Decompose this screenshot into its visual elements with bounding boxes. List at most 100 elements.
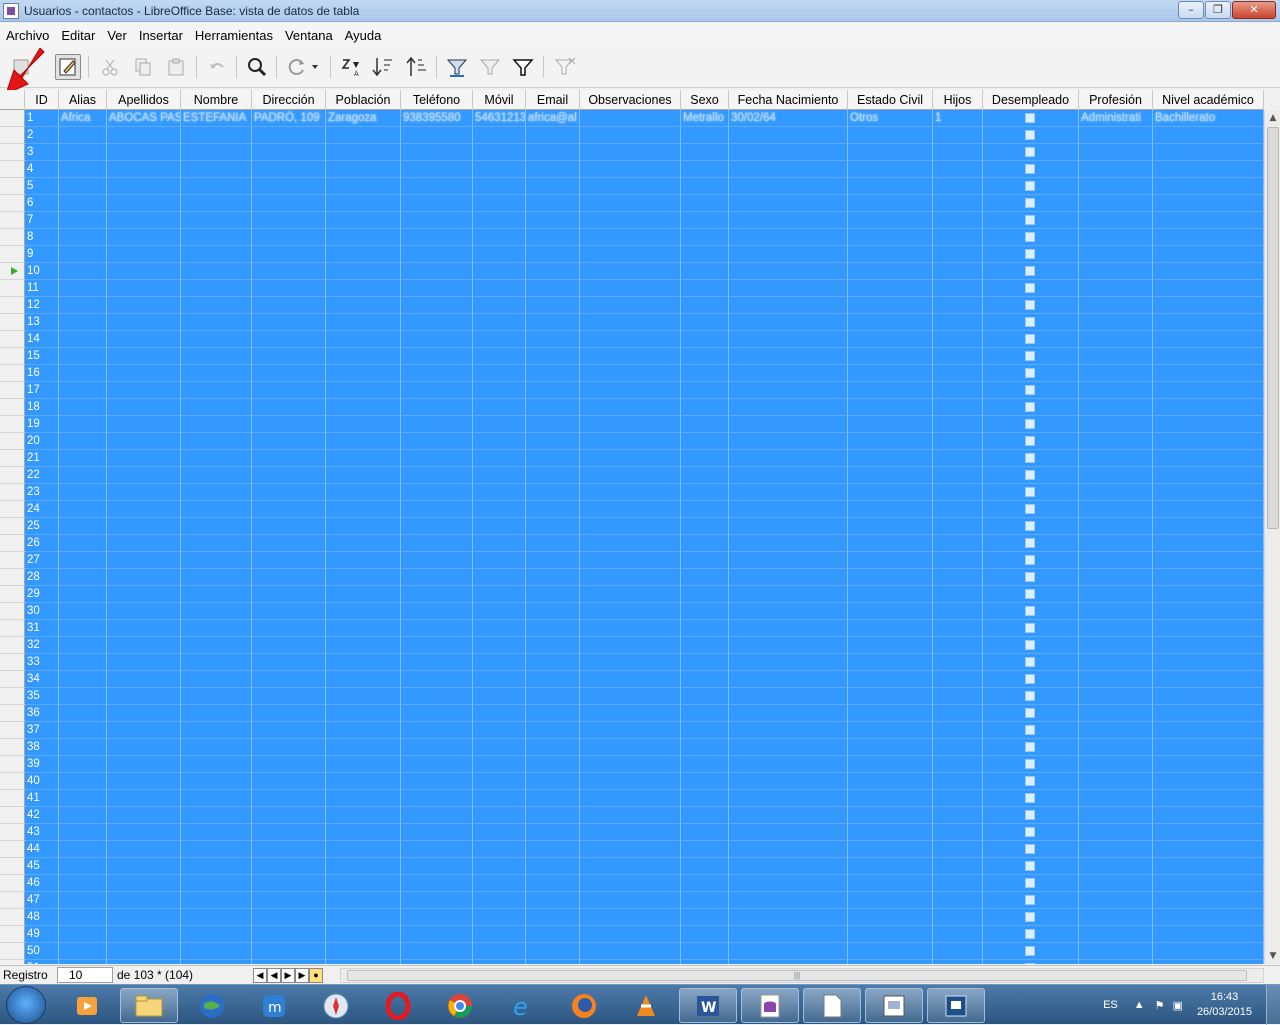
row-header[interactable]	[0, 314, 25, 331]
cell-redacted[interactable]	[401, 263, 473, 280]
cell-desempleado[interactable]	[983, 603, 1079, 620]
cell-redacted[interactable]	[59, 382, 107, 399]
cell-redacted[interactable]	[107, 841, 181, 858]
cell-id[interactable]: 20	[25, 433, 59, 450]
sort-ascending-icon[interactable]	[370, 54, 396, 80]
opera-icon[interactable]	[369, 988, 427, 1023]
cell-desempleado[interactable]	[983, 416, 1079, 433]
cell-redacted[interactable]	[473, 416, 526, 433]
cell-redacted[interactable]	[729, 620, 848, 637]
cell-redacted[interactable]	[848, 450, 933, 467]
cell-redacted[interactable]	[681, 824, 729, 841]
cell-redacted[interactable]	[729, 552, 848, 569]
cell-redacted[interactable]	[107, 297, 181, 314]
desempleado-checkbox[interactable]	[1025, 572, 1035, 582]
cell-redacted[interactable]	[526, 756, 580, 773]
cell-redacted[interactable]	[729, 892, 848, 909]
cell-redacted[interactable]	[729, 773, 848, 790]
cell-redacted[interactable]	[933, 943, 983, 960]
cell-redacted[interactable]	[107, 484, 181, 501]
cell-redacted[interactable]	[59, 586, 107, 603]
cell-redacted[interactable]	[326, 603, 401, 620]
menu-insertar[interactable]: Insertar	[139, 28, 183, 43]
desempleado-checkbox[interactable]	[1025, 640, 1035, 650]
cell-redacted[interactable]	[526, 280, 580, 297]
row-header[interactable]	[0, 841, 25, 858]
cell-redacted[interactable]	[933, 161, 983, 178]
cell-id[interactable]: 30	[25, 603, 59, 620]
cell-redacted[interactable]	[401, 688, 473, 705]
cell-redacted[interactable]	[681, 875, 729, 892]
cell-redacted[interactable]	[526, 331, 580, 348]
cell-redacted[interactable]	[107, 909, 181, 926]
desempleado-checkbox[interactable]	[1025, 946, 1035, 956]
cell-redacted[interactable]	[580, 773, 681, 790]
cell-redacted[interactable]	[681, 144, 729, 161]
cell-redacted[interactable]	[848, 637, 933, 654]
table-row[interactable]: 11	[0, 280, 1264, 297]
cell-desempleado[interactable]	[983, 263, 1079, 280]
sort-icon[interactable]: A	[338, 54, 364, 80]
cell-redacted[interactable]	[681, 603, 729, 620]
cell-redacted[interactable]	[107, 178, 181, 195]
cell-redacted[interactable]	[933, 399, 983, 416]
cell-desempleado[interactable]	[983, 501, 1079, 518]
cell-redacted[interactable]	[1079, 926, 1153, 943]
cell-redacted[interactable]	[1153, 569, 1264, 586]
cell-redacted[interactable]	[326, 297, 401, 314]
cell-redacted[interactable]	[933, 858, 983, 875]
row-header[interactable]	[0, 484, 25, 501]
table-row[interactable]: 24	[0, 501, 1264, 518]
row-header[interactable]	[0, 433, 25, 450]
cell-id[interactable]: 21	[25, 450, 59, 467]
cell-telefono[interactable]: 938395580	[401, 110, 473, 127]
row-header[interactable]	[0, 790, 25, 807]
cell-desempleado[interactable]	[983, 943, 1079, 960]
cell-redacted[interactable]	[848, 348, 933, 365]
table-row[interactable]: 10	[0, 263, 1264, 280]
table-row[interactable]: 15	[0, 348, 1264, 365]
cell-redacted[interactable]	[526, 705, 580, 722]
cell-redacted[interactable]	[326, 365, 401, 382]
cell-redacted[interactable]	[107, 637, 181, 654]
cell-redacted[interactable]	[848, 501, 933, 518]
cell-redacted[interactable]	[181, 246, 252, 263]
cell-redacted[interactable]	[401, 620, 473, 637]
cell-redacted[interactable]	[526, 960, 580, 964]
table-row[interactable]: 41	[0, 790, 1264, 807]
row-header[interactable]	[0, 399, 25, 416]
cell-redacted[interactable]	[252, 586, 326, 603]
cell-redacted[interactable]	[729, 586, 848, 603]
cell-id[interactable]: 11	[25, 280, 59, 297]
cell-profesion[interactable]: Administrati	[1079, 110, 1153, 127]
cell-id[interactable]: 29	[25, 586, 59, 603]
cell-redacted[interactable]	[933, 841, 983, 858]
cell-redacted[interactable]	[401, 178, 473, 195]
cell-id[interactable]: 43	[25, 824, 59, 841]
cell-redacted[interactable]	[580, 161, 681, 178]
cell-redacted[interactable]	[252, 875, 326, 892]
cell-redacted[interactable]	[933, 620, 983, 637]
cell-redacted[interactable]	[681, 297, 729, 314]
cell-redacted[interactable]	[681, 620, 729, 637]
cell-redacted[interactable]	[681, 773, 729, 790]
cell-apellidos[interactable]: ABOCAS PAS	[107, 110, 181, 127]
desempleado-checkbox[interactable]	[1025, 742, 1035, 752]
cell-redacted[interactable]	[252, 144, 326, 161]
cell-redacted[interactable]	[252, 654, 326, 671]
cell-id[interactable]: 33	[25, 654, 59, 671]
cell-redacted[interactable]	[401, 246, 473, 263]
cell-redacted[interactable]	[107, 450, 181, 467]
cell-desempleado[interactable]	[983, 654, 1079, 671]
cell-redacted[interactable]	[848, 144, 933, 161]
cell-desempleado[interactable]	[983, 926, 1079, 943]
cell-redacted[interactable]	[252, 535, 326, 552]
cell-redacted[interactable]	[681, 229, 729, 246]
cell-redacted[interactable]	[1079, 518, 1153, 535]
row-header[interactable]	[0, 178, 25, 195]
cell-redacted[interactable]	[848, 246, 933, 263]
cell-direccion[interactable]: PADRÓ, 109	[252, 110, 326, 127]
edit-data-icon[interactable]	[55, 54, 81, 80]
cell-redacted[interactable]	[848, 926, 933, 943]
cell-redacted[interactable]	[181, 705, 252, 722]
